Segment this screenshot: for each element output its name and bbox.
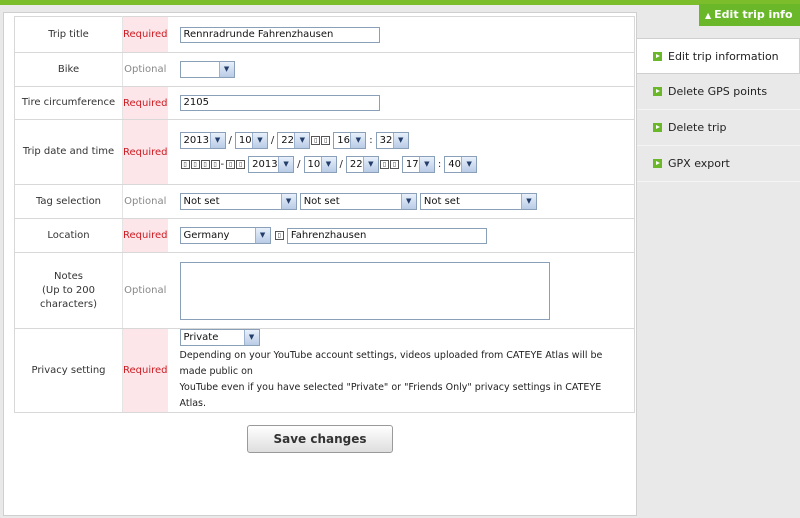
notes-row: Notes (Up to 200 characters) Optional xyxy=(14,252,635,329)
privacy-select[interactable]: Private ▼ xyxy=(179,329,260,346)
chevron-down-icon: ▼ xyxy=(520,194,536,209)
tire-row: Tire circumference Required 2105 xyxy=(14,86,635,120)
chevron-down-icon: ▼ xyxy=(461,156,477,172)
start-month-select[interactable]: 10 ▼ xyxy=(234,131,268,149)
save-changes-button[interactable]: Save changes xyxy=(247,425,393,453)
privacy-label: Privacy setting xyxy=(14,328,123,413)
placeholder-glyph-icon: ▯ xyxy=(389,159,399,169)
sidebar-item-delete-gps-points[interactable]: Delete GPS points xyxy=(637,74,800,110)
chevron-down-icon: ▼ xyxy=(350,132,366,148)
optional-badge: Optional xyxy=(122,184,168,219)
edit-trip-info-tab[interactable]: ▲ Edit trip info xyxy=(699,4,800,26)
tire-circumference-label: Tire circumference xyxy=(14,86,123,120)
bike-select[interactable]: ▼ xyxy=(179,61,235,78)
tag-selection-row: Tag selection Optional Not set ▼ Not set ▼… xyxy=(14,184,635,219)
placeholder-glyph-icon: ▯ xyxy=(311,135,321,145)
end-month-select[interactable]: 10 ▼ xyxy=(303,155,337,173)
chevron-down-icon: ▼ xyxy=(280,194,296,209)
start-day-select[interactable]: 22 ▼ xyxy=(277,131,311,149)
end-year-select[interactable]: 2013 ▼ xyxy=(248,155,295,173)
trip-title-label: Trip title xyxy=(14,16,123,53)
placeholder-glyph-icon: ▯ xyxy=(180,159,190,169)
triangle-up-icon: ▲ xyxy=(705,11,712,20)
bike-label: Bike xyxy=(14,52,123,87)
end-day-select[interactable]: 22 ▼ xyxy=(345,155,379,173)
placeholder-glyph-icon: ▯ xyxy=(226,159,236,169)
start-datetime: 2013 ▼/10 ▼/22 ▼ ▯ ▯ 16 ▼:32 ▼ xyxy=(179,130,634,151)
placeholder-glyph-icon: ▯ xyxy=(379,159,389,169)
arrow-right-icon xyxy=(653,51,662,61)
chevron-down-icon: ▼ xyxy=(218,62,234,77)
required-badge: Required xyxy=(122,86,168,120)
tire-circumference-input[interactable]: 2105 xyxy=(179,95,380,111)
chevron-down-icon: ▼ xyxy=(278,156,294,172)
placeholder-glyph-icon: ▯ xyxy=(236,159,246,169)
optional-badge: Optional xyxy=(122,252,168,329)
placeholder-glyph-icon: ▯ xyxy=(321,135,331,145)
start-year-select[interactable]: 2013 ▼ xyxy=(179,131,226,149)
tag-selection-label: Tag selection xyxy=(14,184,123,219)
optional-badge: Optional xyxy=(122,52,168,87)
sidebar-item-delete-trip[interactable]: Delete trip xyxy=(637,110,800,146)
location-input[interactable]: Fahrenzhausen xyxy=(286,227,487,244)
end-hour-select[interactable]: 17 ▼ xyxy=(401,155,435,173)
notes-textarea[interactable] xyxy=(179,261,550,320)
chevron-down-icon: ▼ xyxy=(243,330,259,345)
placeholder-glyph-icon: ▯ xyxy=(210,159,220,169)
trip-datetime-row: Trip date and time Required 2013 ▼/10 ▼/22… xyxy=(14,119,635,185)
notes-label: Notes (Up to 200 characters) xyxy=(14,252,123,329)
privacy-row: Privacy setting Required Private ▼ Depend… xyxy=(14,328,635,413)
sidebar-item-gpx-export[interactable]: GPX export xyxy=(637,146,800,182)
top-accent-bar xyxy=(0,0,800,5)
sidebar-nav: Edit trip information Delete GPS points … xyxy=(637,38,800,182)
location-label: Location xyxy=(14,218,123,253)
chevron-down-icon: ▼ xyxy=(392,132,408,148)
chevron-down-icon: ▼ xyxy=(418,156,434,172)
tag-select-1[interactable]: Not set ▼ xyxy=(179,193,297,210)
chevron-down-icon: ▼ xyxy=(251,132,267,148)
chevron-down-icon: ▼ xyxy=(294,132,310,148)
chevron-down-icon: ▼ xyxy=(209,132,225,148)
chevron-down-icon: ▼ xyxy=(400,194,416,209)
end-datetime: ▯ ▯ ▯ ▯ - ▯ ▯ 2013 ▼/10 ▼/22 ▼ ▯ ▯ 17 ▼:40 ▼ xyxy=(180,154,634,175)
trip-edit-form: Trip title Required Rennradrunde Fahrenz… xyxy=(14,16,635,413)
location-row: Location Required Germany ▼ ▯ Fahrenzhaus… xyxy=(14,218,635,253)
trip-title-input[interactable]: Rennradrunde Fahrenzhausen xyxy=(179,26,380,43)
required-badge: Required xyxy=(122,218,168,253)
start-minute-select[interactable]: 32 ▼ xyxy=(375,131,409,149)
required-badge: Required xyxy=(122,328,168,413)
chevron-down-icon: ▼ xyxy=(254,228,270,243)
required-badge: Required xyxy=(122,16,168,53)
trip-title-row: Trip title Required Rennradrunde Fahrenz… xyxy=(14,16,635,53)
chevron-down-icon: ▼ xyxy=(320,156,336,172)
tag-select-3[interactable]: Not set ▼ xyxy=(419,193,537,210)
bike-row: Bike Optional ▼ xyxy=(14,52,635,87)
arrow-right-icon xyxy=(653,158,662,168)
start-hour-select[interactable]: 16 ▼ xyxy=(333,131,367,149)
privacy-note: Depending on your YouTube account settin… xyxy=(179,350,603,409)
arrow-right-icon xyxy=(653,86,662,96)
required-badge: Required xyxy=(122,119,168,185)
arrow-right-icon xyxy=(653,122,662,132)
end-minute-select[interactable]: 40 ▼ xyxy=(444,155,478,173)
edit-trip-info-label: Edit trip info xyxy=(714,8,793,21)
tag-select-2[interactable]: Not set ▼ xyxy=(299,193,417,210)
placeholder-glyph-icon: ▯ xyxy=(200,159,210,169)
placeholder-glyph-icon: ▯ xyxy=(190,159,200,169)
sidebar-item-edit-trip-information[interactable]: Edit trip information xyxy=(637,38,800,74)
chevron-down-icon: ▼ xyxy=(362,156,378,172)
placeholder-glyph-icon: ▯ xyxy=(274,231,284,240)
country-select[interactable]: Germany ▼ xyxy=(179,227,271,244)
trip-datetime-label: Trip date and time xyxy=(14,119,123,185)
